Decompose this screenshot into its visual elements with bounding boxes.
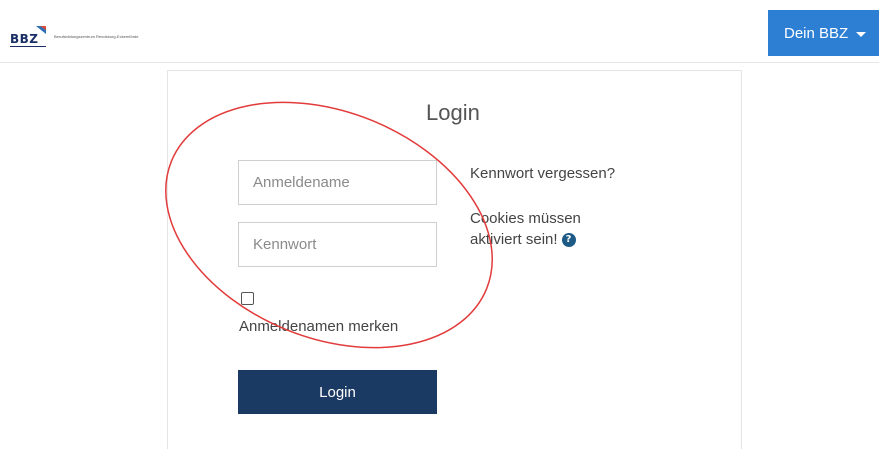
password-input[interactable] [238, 222, 437, 267]
remember-username-checkbox[interactable] [241, 292, 254, 305]
top-navigation-bar: BBZ Berufsbildungszentrum Rendsburg-Ecke… [0, 0, 879, 62]
header-divider [0, 62, 879, 63]
caret-down-icon [856, 31, 867, 37]
login-button[interactable]: Login [238, 370, 437, 414]
bbz-logo[interactable]: BBZ Berufsbildungszentrum Rendsburg-Ecke… [10, 26, 140, 48]
login-title: Login [426, 100, 480, 125]
question-circle-icon[interactable]: ? [561, 233, 576, 248]
user-menu-label: Dein BBZ [784, 24, 849, 42]
logo-text: BBZ [10, 32, 39, 46]
cookies-notice: Cookies müssen aktiviert sein!? [470, 208, 630, 250]
username-input[interactable] [238, 160, 437, 205]
user-menu-button[interactable]: Dein BBZ [768, 10, 879, 56]
logo-subtext: Berufsbildungszentrum Rendsburg-Eckernfö… [54, 34, 139, 39]
forgot-password-link[interactable]: Kennwort vergessen? [470, 165, 615, 182]
logo-underline [10, 46, 46, 47]
remember-username-label: Anmeldenamen merken [239, 318, 399, 335]
